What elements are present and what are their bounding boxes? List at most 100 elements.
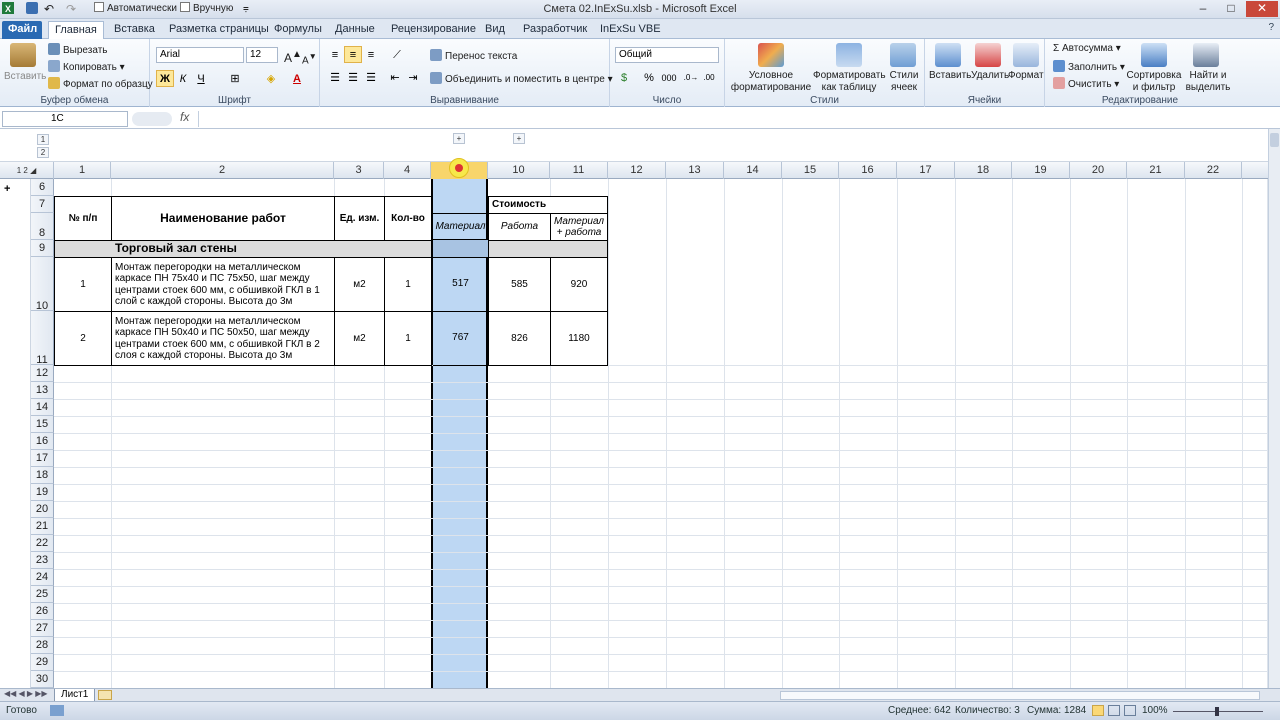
column-header[interactable]: 16 [839,162,897,179]
fill-button[interactable]: Заполнить ▾ [1053,60,1125,74]
column-header[interactable]: 17 [897,162,955,179]
format-as-table-button[interactable]: Форматировать как таблицу [813,70,886,94]
align-center-icon[interactable]: ☰ [344,69,362,86]
worksheet-grid[interactable]: № п/п Наименование работ Ед. изм. Кол-во… [54,179,1268,688]
increase-indent-icon[interactable]: ⇥ [404,69,422,86]
column-header[interactable]: 10 [488,162,550,179]
align-right-icon[interactable]: ☰ [362,69,380,86]
column-header[interactable]: 20 [1070,162,1127,179]
column-header[interactable]: 15 [782,162,839,179]
row2-material[interactable]: 767 [433,311,488,366]
font-size-select[interactable]: 12 [246,47,278,63]
row1-qty[interactable]: 1 [384,257,432,312]
horizontal-scrollbar[interactable] [780,691,1260,700]
row-header[interactable]: 17 [31,450,54,467]
header-cost[interactable]: Стоимость [488,196,608,214]
copy-button[interactable]: Копировать ▾ [48,60,125,74]
format-as-table-icon[interactable] [836,43,862,67]
insert-cells-button[interactable]: Вставить [929,70,971,82]
cell-styles-button[interactable]: Стили ячеек [885,70,923,94]
tab-review[interactable]: Рецензирование [385,21,482,39]
row-header[interactable]: 6 [31,179,54,196]
row-header[interactable]: 13 [31,382,54,399]
expand-group-button[interactable]: + [453,133,465,144]
number-format-select[interactable]: Общий [615,47,719,63]
minimize-button[interactable]: – [1190,1,1216,17]
row-header[interactable]: 12 [31,365,54,382]
borders-icon[interactable]: ⊞ [226,70,244,87]
expand-group-button[interactable]: + [513,133,525,144]
column-header[interactable]: 13 [666,162,724,179]
row-header[interactable]: 18 [31,467,54,484]
row-header[interactable]: 11 [31,311,54,366]
align-left-icon[interactable]: ☰ [326,69,344,86]
help-icon[interactable]: ? [1268,22,1274,33]
autosum-button[interactable]: Σ Автосумма ▾ [1053,43,1121,55]
font-color-icon[interactable]: A [288,70,306,87]
zoom-slider-thumb[interactable] [1215,707,1219,716]
insert-function-icon[interactable]: fx [180,110,189,124]
conditional-format-icon[interactable] [758,43,784,67]
vertical-scrollbar[interactable] [1268,129,1280,688]
column-header[interactable]: 4 [384,162,431,179]
italic-button[interactable]: К [174,70,192,87]
tab-file[interactable]: Файл [2,21,42,39]
row-header[interactable]: 29 [31,654,54,671]
section-material[interactable] [433,240,488,258]
row-header[interactable]: 21 [31,518,54,535]
tab-inexsu[interactable]: InExSu VBE [594,21,667,39]
cell-styles-icon[interactable] [890,43,916,67]
column-header[interactable]: 12 [608,162,666,179]
row1-num[interactable]: 1 [54,257,112,312]
row-header[interactable]: 25 [31,586,54,603]
align-bottom-icon[interactable]: ≡ [362,46,380,63]
column-header[interactable]: 18 [955,162,1012,179]
row-header[interactable]: 20 [31,501,54,518]
find-select-button[interactable]: Найти и выделить [1183,70,1233,94]
tab-developer[interactable]: Разработчик [517,21,593,39]
row-header[interactable]: 7 [31,196,54,213]
macro-record-icon[interactable] [50,705,64,716]
grow-font-icon[interactable]: A▲ [284,49,302,64]
row1-unit[interactable]: м2 [334,257,385,312]
row2-work[interactable]: 826 [488,311,551,366]
fill-color-icon[interactable]: ◈ [262,70,280,87]
row1-total[interactable]: 920 [550,257,608,312]
scroll-thumb[interactable] [1270,133,1279,147]
header-num[interactable]: № п/п [54,196,112,241]
column-header[interactable]: 19 [1012,162,1070,179]
tab-page-layout[interactable]: Разметка страницы [163,21,275,39]
row-header[interactable]: 8 [31,213,54,240]
decrease-decimal-icon[interactable]: .00 [700,69,718,86]
row1-name[interactable]: Монтаж перегородки на металлическом карк… [111,257,335,312]
tab-formulas[interactable]: Формулы [268,21,328,39]
conditional-format-button[interactable]: Условное форматирование [727,70,815,94]
sheet-nav-icons[interactable]: ◀◀ ◀ ▶ ▶▶ [4,689,48,698]
column-header[interactable]: 22 [1185,162,1242,179]
row-header[interactable]: 22 [31,535,54,552]
header-qty[interactable]: Кол-во [384,196,432,241]
normal-view-icon[interactable] [1092,705,1104,716]
column-header[interactable]: 3 [334,162,384,179]
binoculars-icon[interactable] [1193,43,1219,67]
header-unit[interactable]: Ед. изм. [334,196,385,241]
paste-button[interactable]: Вставить [4,71,46,83]
new-sheet-icon[interactable] [98,690,112,700]
row-header[interactable]: 27 [31,620,54,637]
row-header[interactable]: 10 [31,257,54,312]
font-name-select[interactable]: Arial [156,47,244,63]
formula-input[interactable] [198,111,1266,127]
expand-rows-icon[interactable]: + [4,183,10,195]
sort-filter-icon[interactable] [1141,43,1167,67]
row2-num[interactable]: 2 [54,311,112,366]
sort-filter-button[interactable]: Сортировка и фильтр [1123,70,1185,94]
tab-data[interactable]: Данные [329,21,381,39]
page-layout-view-icon[interactable] [1108,705,1120,716]
outline-level-2-button[interactable]: 2 [37,147,49,158]
column-header[interactable]: 21 [1127,162,1185,179]
column-header[interactable]: 2 [111,162,334,179]
delete-cells-icon[interactable] [975,43,1001,67]
row2-qty[interactable]: 1 [384,311,432,366]
header-material[interactable]: Материал [433,213,488,240]
row-header[interactable]: 9 [31,240,54,257]
